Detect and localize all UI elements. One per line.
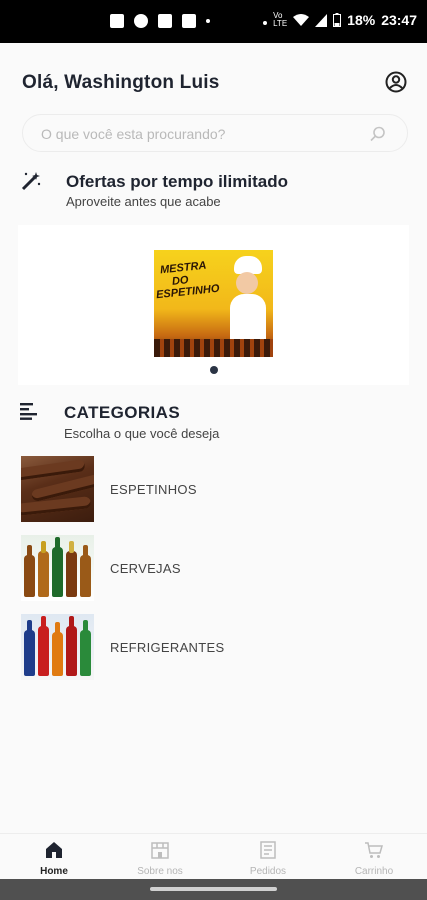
search-input[interactable]	[41, 123, 361, 145]
notification-icon	[110, 14, 124, 28]
category-item-cervejas[interactable]: CERVEJAS	[21, 535, 407, 601]
grill-image	[154, 339, 273, 357]
category-label: CERVEJAS	[110, 561, 181, 576]
chef-body-image	[230, 294, 266, 344]
offers-subtitle: Aproveite antes que acabe	[66, 194, 221, 209]
nav-label: Carrinho	[354, 866, 394, 877]
carousel-indicator[interactable]	[210, 366, 218, 374]
share-icon	[158, 14, 172, 28]
signal-icon	[315, 13, 328, 27]
notification-icons	[110, 14, 210, 28]
search-bar[interactable]	[22, 114, 408, 152]
chef-face-image	[236, 272, 258, 294]
category-label: ESPETINHOS	[110, 482, 197, 497]
system-navigation-bar	[0, 879, 427, 900]
greeting-text: Olá, Washington Luis	[22, 72, 220, 93]
list-icon	[20, 403, 37, 420]
volte-icon: Vo LTE	[273, 11, 288, 28]
orders-icon	[260, 841, 276, 859]
dot-icon	[263, 20, 268, 25]
store-icon	[151, 842, 169, 859]
category-thumbnail	[21, 614, 94, 680]
bottom-navigation: Home Sobre nos Pedidos Carrinho	[0, 833, 427, 879]
categories-title: CATEGORIAS	[64, 403, 181, 422]
nav-item-carrinho[interactable]: Carrinho	[334, 840, 414, 877]
offer-banner[interactable]: MESTRA DO ESPETINHO	[154, 250, 273, 357]
offers-title: Ofertas por tempo ilimitado	[66, 172, 288, 191]
banner-text-line: ESPETINHO	[155, 282, 221, 302]
category-label: REFRIGERANTES	[110, 640, 225, 655]
account-icon[interactable]	[385, 71, 407, 93]
nav-item-home[interactable]: Home	[14, 840, 94, 877]
home-gesture-handle[interactable]	[150, 887, 277, 891]
nav-label: Home	[40, 866, 68, 877]
status-bar: Vo LTE 18% 23:47	[0, 0, 427, 43]
category-thumbnail	[21, 535, 94, 601]
nav-label: Pedidos	[249, 866, 287, 877]
battery-level: 18%	[347, 12, 376, 28]
magic-wand-icon	[21, 172, 41, 191]
categories-subtitle: Escolha o que você deseja	[64, 426, 220, 441]
home-icon	[46, 842, 62, 858]
nav-item-sobre-nos[interactable]: Sobre nos	[120, 840, 200, 877]
search-icon[interactable]	[369, 125, 387, 143]
offers-carousel[interactable]: MESTRA DO ESPETINHO	[18, 225, 409, 385]
category-thumbnail	[21, 456, 94, 522]
category-item-refrigerantes[interactable]: REFRIGERANTES	[21, 614, 407, 680]
dot-icon	[206, 19, 210, 23]
nav-label: Sobre nos	[137, 866, 183, 877]
alarm-icon	[182, 14, 196, 28]
clock: 23:47	[381, 12, 417, 28]
category-item-espetinhos[interactable]: ESPETINHOS	[21, 456, 407, 522]
whatsapp-icon	[134, 14, 148, 28]
battery-icon	[333, 13, 342, 27]
wifi-icon	[293, 13, 310, 26]
cart-icon	[365, 842, 383, 858]
nav-item-pedidos[interactable]: Pedidos	[228, 840, 308, 877]
